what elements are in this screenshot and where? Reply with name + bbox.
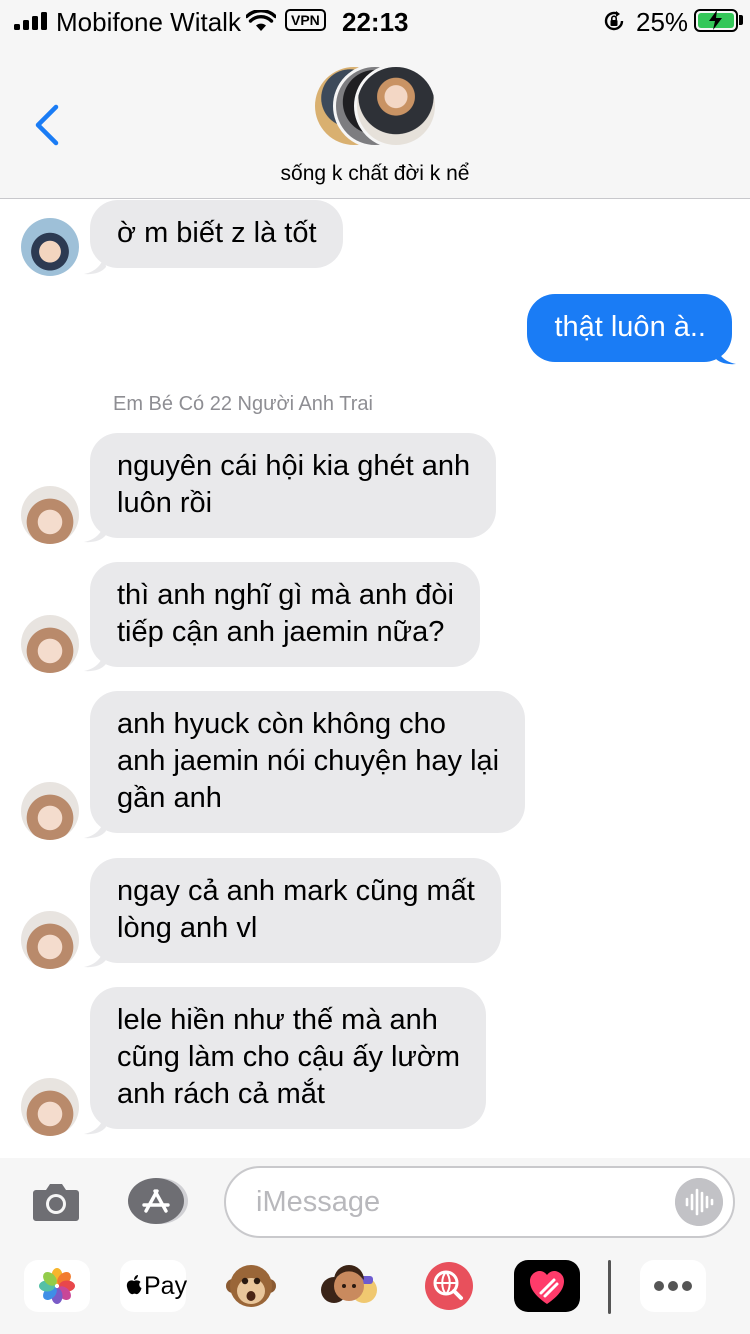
- apple-pay-icon[interactable]: Pay: [120, 1260, 188, 1312]
- charging-bolt-icon: [709, 10, 722, 30]
- sender-avatar[interactable]: [21, 615, 79, 673]
- image-search-icon[interactable]: [416, 1260, 482, 1312]
- sender-avatar[interactable]: [21, 1078, 79, 1136]
- chevron-left-icon[interactable]: [32, 104, 62, 146]
- memoji-stickers-icon[interactable]: [316, 1260, 382, 1312]
- globe-search-glyph: [425, 1262, 473, 1310]
- digital-touch-icon[interactable]: [514, 1260, 580, 1312]
- memoji-group-glyph: [321, 1265, 377, 1303]
- photos-flower-glyph: [39, 1268, 75, 1304]
- carrier-name: Mobifone Witalk: [56, 7, 241, 37]
- app-store-icon[interactable]: [126, 1177, 188, 1225]
- sender-avatar[interactable]: [21, 911, 79, 969]
- outgoing-message[interactable]: thật luôn à..: [527, 294, 732, 362]
- orientation-lock-icon: [604, 11, 624, 31]
- camera-icon[interactable]: [32, 1180, 80, 1222]
- ellipsis-glyph: [654, 1281, 692, 1291]
- drawer-divider: [608, 1260, 611, 1314]
- wifi-icon: [246, 10, 276, 31]
- conversation-title[interactable]: sống k chất đời k nể: [0, 162, 750, 186]
- message-thread[interactable]: ờ m biết z là tốt thật luôn à.. Em Bé Có…: [0, 200, 750, 1158]
- sender-avatar[interactable]: [21, 486, 79, 544]
- group-avatar-stack[interactable]: [312, 64, 438, 148]
- status-time: 22:13: [342, 7, 409, 37]
- message-input[interactable]: [256, 1182, 656, 1222]
- apple-pay-label: Pay: [144, 1272, 188, 1300]
- apple-logo-icon: [126, 1275, 142, 1295]
- heart-touch-glyph: [530, 1271, 564, 1304]
- conversation-header: sống k chất đời k nể: [0, 44, 750, 199]
- more-apps-icon[interactable]: [640, 1260, 706, 1312]
- battery-nub: [739, 15, 743, 25]
- app-drawer: Pay: [0, 1246, 750, 1334]
- incoming-message[interactable]: ngay cả anh mark cũng mất lòng anh vl: [90, 858, 501, 963]
- incoming-message[interactable]: anh hyuck còn không cho anh jaemin nói c…: [90, 691, 526, 833]
- monkey-memoji-icon[interactable]: [218, 1260, 284, 1312]
- monkey-face-glyph: [226, 1265, 276, 1307]
- sender-name: Em Bé Có 22 Người Anh Trai: [113, 393, 373, 415]
- compose-bar: [0, 1158, 750, 1246]
- photos-icon[interactable]: [24, 1260, 90, 1312]
- incoming-message[interactable]: lele hiền như thế mà anh cũng làm cho cậ…: [90, 987, 487, 1129]
- friend-avatar[interactable]: [21, 218, 79, 276]
- message-field[interactable]: [224, 1166, 735, 1238]
- incoming-message[interactable]: ờ m biết z là tốt: [90, 200, 343, 268]
- audio-waveform-icon[interactable]: [675, 1178, 723, 1226]
- incoming-message[interactable]: thì anh nghĩ gì mà anh đòi tiếp cận anh …: [90, 562, 480, 667]
- vpn-badge: VPN: [285, 9, 326, 31]
- status-bar: Mobifone Witalk VPN 22:13 25%: [0, 0, 750, 44]
- battery-percentage: 25%: [636, 7, 689, 37]
- battery-icon: [694, 9, 738, 32]
- incoming-message[interactable]: nguyên cái hội kia ghét anh luôn rồi: [90, 433, 497, 538]
- group-member-avatar: [354, 64, 438, 148]
- cellular-signal-icon: [14, 12, 50, 30]
- sender-avatar[interactable]: [21, 782, 79, 840]
